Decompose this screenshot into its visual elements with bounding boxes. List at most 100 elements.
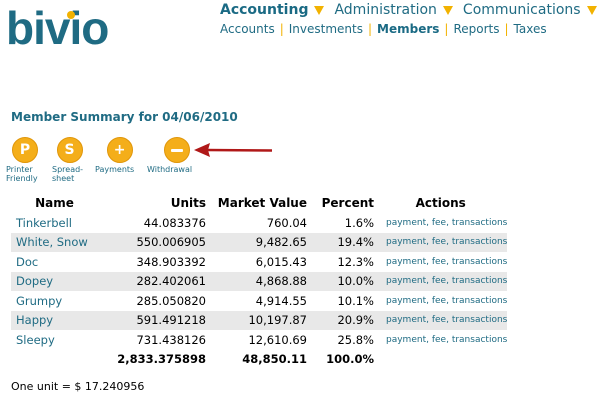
- member-name-link[interactable]: Dopey: [11, 271, 98, 291]
- member-percent: 25.8%: [337, 332, 374, 347]
- member-units: 348.903392: [136, 254, 206, 269]
- printer-friendly-icon[interactable]: P: [12, 137, 38, 163]
- column-header-name[interactable]: Name: [11, 193, 98, 213]
- member-market-value: 4,914.55: [255, 293, 307, 308]
- page-title: Member Summary for 04/06/2010: [11, 110, 238, 124]
- table-header-row: Name Units Market Value Percent Actions: [11, 193, 507, 213]
- withdrawal-button[interactable]: Withdrawal: [147, 137, 192, 174]
- member-name-link[interactable]: Grumpy: [11, 291, 98, 311]
- payment-link[interactable]: payment: [386, 237, 426, 247]
- member-market-value: 12,610.69: [248, 332, 307, 347]
- member-name-link[interactable]: Doc: [11, 252, 98, 272]
- member-actions: payment, fee, transactions: [374, 271, 508, 291]
- subnav-separator: |: [444, 22, 449, 36]
- member-units: 591.491218: [98, 310, 206, 330]
- nav-accounting[interactable]: Accounting: [220, 2, 325, 18]
- subnav-taxes[interactable]: Taxes: [514, 22, 547, 36]
- member-units: 44.083376: [143, 215, 206, 230]
- transactions-link[interactable]: transactions: [452, 218, 508, 228]
- fee-link[interactable]: fee: [432, 276, 446, 286]
- member-units: 550.006905: [98, 232, 206, 252]
- member-percent: 1.6%: [344, 215, 374, 230]
- subnav-accounts[interactable]: Accounts: [220, 22, 275, 36]
- member-name-link[interactable]: Sleepy: [11, 330, 98, 350]
- member-market-value: 6,015.43: [255, 254, 307, 269]
- table-row: Doc 348.903392 6,015.43 12.3% payment, fee, …: [11, 252, 507, 272]
- table-row: Happy 591.491218 10,197.87 20.9% payment, fe…: [11, 310, 508, 330]
- member-units: 285.050820: [136, 293, 206, 308]
- transactions-link[interactable]: transactions: [452, 257, 508, 267]
- member-market-value: 9,482.65: [206, 232, 307, 252]
- total-market-value: 48,850.11: [242, 352, 307, 367]
- logo-wordmark: bivio: [6, 2, 108, 52]
- member-name-link[interactable]: Happy: [11, 310, 98, 330]
- fee-link[interactable]: fee: [432, 315, 446, 325]
- dropdown-triangle-icon[interactable]: [442, 5, 453, 15]
- fee-link[interactable]: fee: [432, 218, 446, 228]
- annotation-arrow-icon: [194, 143, 273, 157]
- member-percent: 10.1%: [337, 293, 374, 308]
- payment-link[interactable]: payment: [386, 218, 426, 228]
- subnav-reports[interactable]: Reports: [453, 22, 499, 36]
- payments-button[interactable]: + Payments: [95, 137, 134, 174]
- subnav-separator: |: [367, 22, 373, 36]
- plus-icon[interactable]: +: [106, 137, 133, 163]
- subnav-investments[interactable]: Investments: [289, 22, 363, 36]
- column-header-percent[interactable]: Percent: [307, 193, 374, 213]
- member-summary-table: Name Units Market Value Percent Actions …: [11, 193, 508, 370]
- total-percent: 100.0%: [326, 352, 374, 367]
- member-name-link[interactable]: Tinkerbell: [11, 213, 98, 233]
- fee-link[interactable]: fee: [432, 257, 446, 267]
- member-units: 731.438126: [136, 332, 206, 347]
- column-header-actions: Actions: [415, 196, 466, 210]
- nav-administration[interactable]: Administration: [334, 2, 453, 18]
- spreadsheet-icon[interactable]: S: [56, 137, 83, 163]
- subnav-separator: |: [279, 22, 284, 36]
- payment-link[interactable]: payment: [386, 315, 426, 325]
- payment-link[interactable]: payment: [386, 276, 426, 286]
- member-percent: 20.9%: [307, 310, 374, 330]
- total-units: 2,833.375898: [117, 352, 206, 367]
- bivio-logo[interactable]: bivio: [6, 2, 116, 52]
- main-nav: Accounting Administration Communications: [220, 0, 600, 20]
- transactions-link[interactable]: transactions: [452, 276, 508, 286]
- nav-communications[interactable]: Communications: [463, 2, 597, 18]
- member-actions: payment, fee, transactions: [374, 232, 508, 252]
- subnav-members[interactable]: Members: [377, 22, 439, 36]
- transactions-link[interactable]: transactions: [452, 335, 508, 345]
- totals-row: 2,833.375898 48,850.11 100.0%: [11, 350, 507, 370]
- minus-icon[interactable]: [163, 137, 190, 163]
- fee-link[interactable]: fee: [432, 296, 446, 306]
- dropdown-triangle-icon[interactable]: [314, 5, 325, 15]
- dropdown-triangle-icon[interactable]: [586, 5, 597, 15]
- spreadsheet-button[interactable]: S Spread- sheet: [52, 137, 83, 183]
- sub-nav: Accounts | Investments | Members | Repor…: [220, 22, 547, 36]
- transactions-link[interactable]: transactions: [452, 296, 508, 306]
- transactions-link[interactable]: transactions: [452, 315, 508, 325]
- member-units: 282.402061: [98, 271, 206, 291]
- fee-link[interactable]: fee: [432, 237, 446, 247]
- member-market-value: 4,868.88: [206, 271, 307, 291]
- member-actions: payment, fee, transactions: [374, 310, 508, 330]
- member-percent: 19.4%: [307, 232, 374, 252]
- member-percent: 10.0%: [307, 271, 374, 291]
- column-header-units[interactable]: Units: [98, 193, 206, 213]
- member-market-value: 10,197.87: [206, 310, 307, 330]
- table-row: Tinkerbell 44.083376 760.04 1.6% payment, fe…: [11, 213, 507, 233]
- subnav-separator: |: [504, 22, 509, 36]
- fee-link[interactable]: fee: [432, 335, 446, 345]
- payment-link[interactable]: payment: [386, 335, 426, 345]
- member-actions: payment, fee, transactions: [386, 217, 508, 228]
- table-row: Dopey 282.402061 4,868.88 10.0% payment, fee…: [11, 271, 508, 291]
- column-header-market-value[interactable]: Market Value: [206, 193, 307, 213]
- payment-link[interactable]: payment: [386, 296, 426, 306]
- transactions-link[interactable]: transactions: [452, 237, 508, 247]
- payment-link[interactable]: payment: [386, 257, 426, 267]
- table-row: Grumpy 285.050820 4,914.55 10.1% payment, fe…: [11, 291, 507, 311]
- printer-friendly-button[interactable]: P Printer Friendly: [6, 137, 38, 183]
- table-row: White, Snow 550.006905 9,482.65 19.4% paymen…: [11, 232, 508, 252]
- member-percent: 12.3%: [337, 254, 374, 269]
- table-row: Sleepy 731.438126 12,610.69 25.8% payment, f…: [11, 330, 507, 350]
- member-actions: payment, fee, transactions: [386, 256, 508, 267]
- member-name-link[interactable]: White, Snow: [11, 232, 98, 252]
